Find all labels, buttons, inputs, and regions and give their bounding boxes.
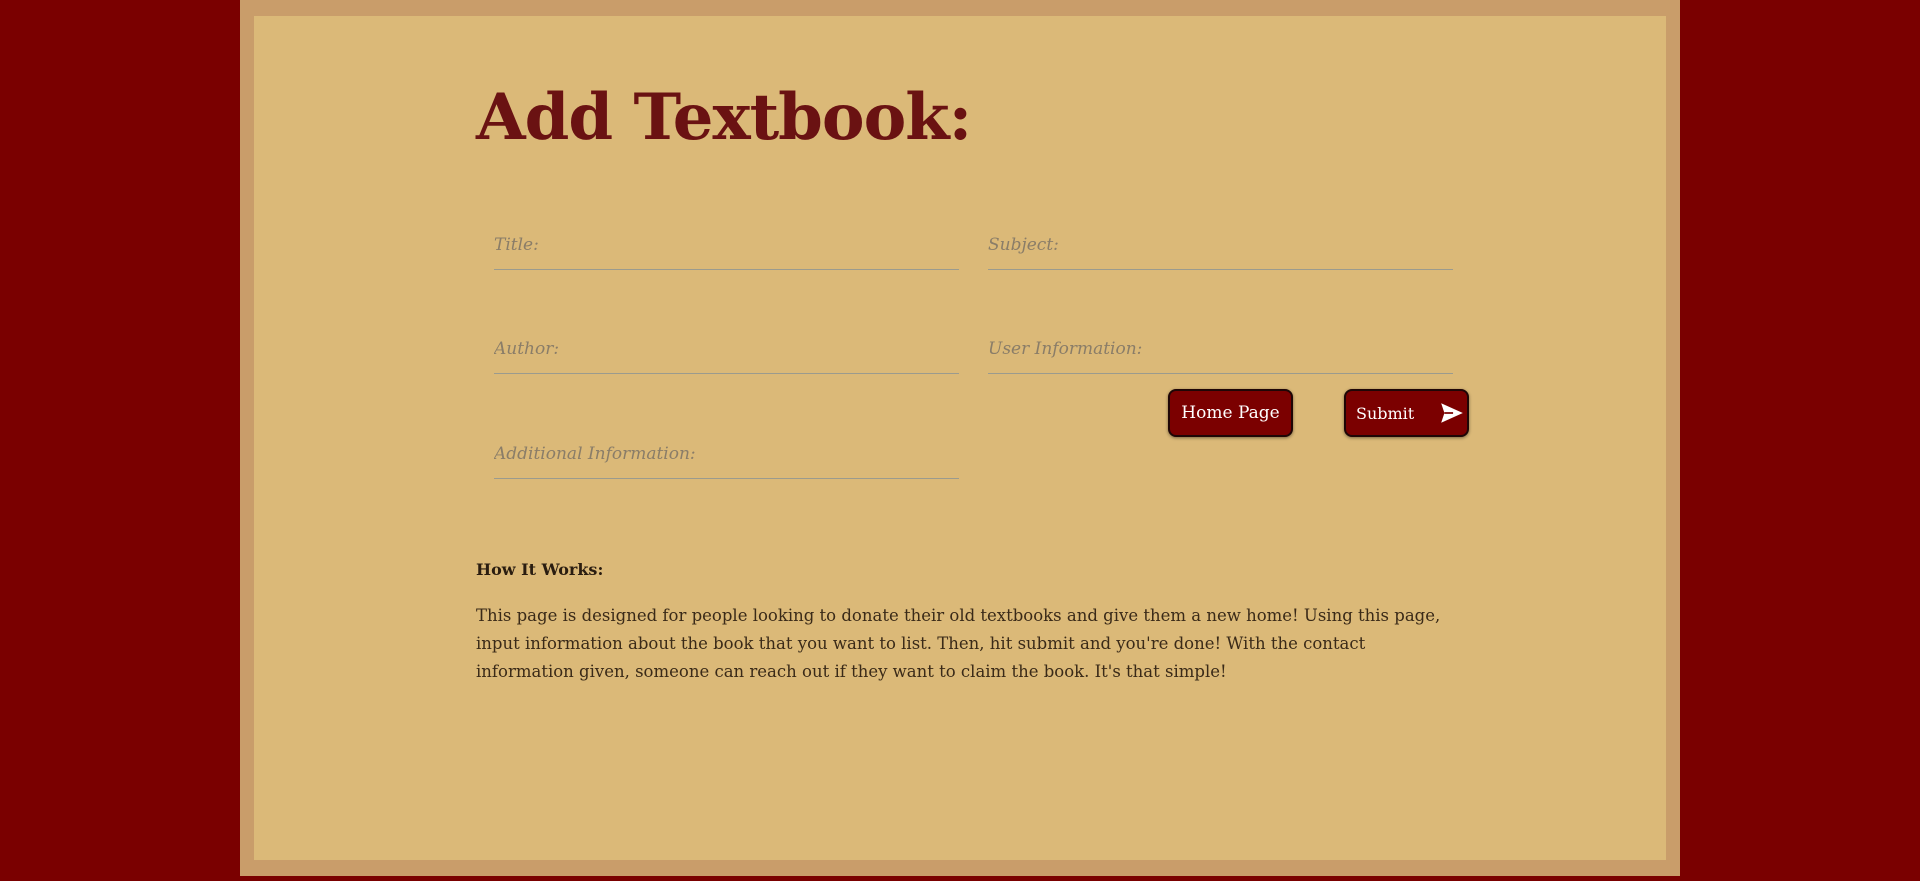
submit-button-label: Submit (1356, 404, 1415, 423)
user-information-input[interactable] (988, 331, 1453, 367)
subject-field (988, 219, 1453, 270)
home-page-button[interactable]: Home Page (1168, 389, 1293, 437)
subject-input[interactable] (988, 227, 1453, 263)
author-field (494, 323, 959, 374)
title-field (494, 219, 959, 270)
submit-button[interactable]: Submit (1344, 389, 1469, 437)
additional-information-input[interactable] (494, 436, 959, 472)
how-it-works-heading: How It Works: (476, 560, 604, 579)
additional-information-field (494, 428, 959, 479)
content-panel: Add Textbook: Home Page Submit How It Wo… (254, 16, 1666, 860)
title-input[interactable] (494, 227, 959, 263)
outer-frame: Add Textbook: Home Page Submit How It Wo… (240, 0, 1680, 876)
author-input[interactable] (494, 331, 959, 367)
page-title: Add Textbook: (476, 80, 972, 155)
how-it-works-text: This page is designed for people looking… (476, 606, 1441, 681)
user-information-field (988, 323, 1453, 374)
send-icon (1441, 403, 1463, 423)
